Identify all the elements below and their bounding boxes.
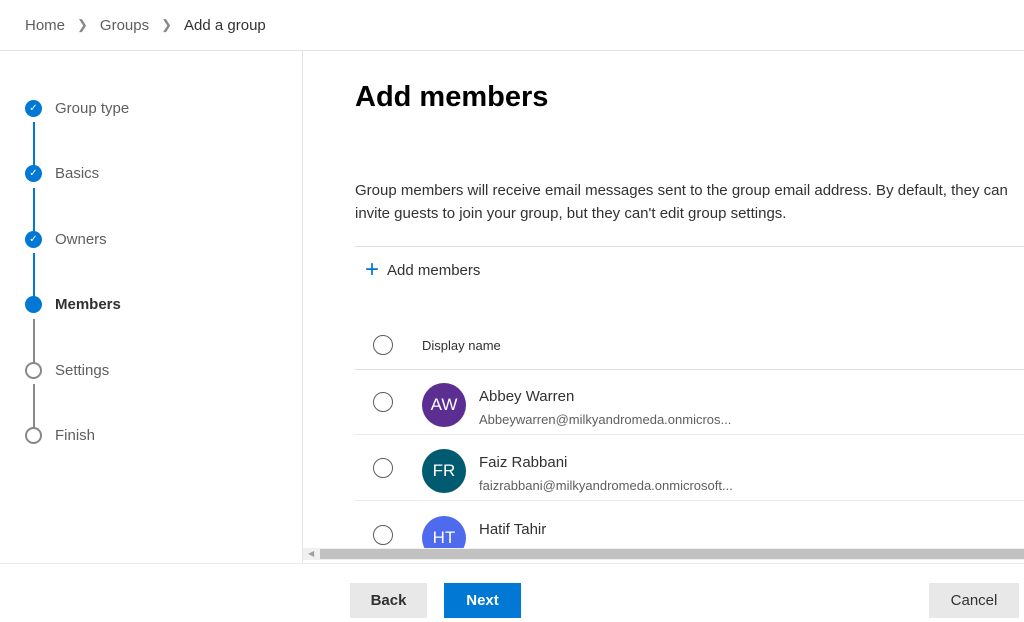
empty-circle-icon	[25, 362, 42, 379]
step-label: Basics	[55, 165, 100, 182]
step-label: Settings	[55, 362, 110, 379]
plus-icon: +	[365, 256, 380, 283]
check-circle-icon: ✓	[25, 100, 42, 117]
member-email: faizrabbani@milkyandromeda.onmicrosoft..…	[479, 478, 733, 493]
breadcrumb: Home ❯ Groups ❯ Add a group	[0, 0, 1024, 51]
cancel-button[interactable]: Cancel	[929, 583, 1019, 618]
step-basics: ✓ Basics	[25, 165, 99, 182]
step-group-type: ✓ Group type	[25, 100, 129, 117]
back-button[interactable]: Back	[350, 583, 427, 618]
breadcrumb-groups[interactable]: Groups	[100, 17, 149, 34]
table-row[interactable]: AW Abbey Warren Abbeywarren@milkyandrome…	[355, 369, 1024, 435]
member-name: Hatif Tahir	[479, 521, 547, 538]
step-label: Members	[55, 296, 121, 313]
check-circle-icon: ✓	[25, 165, 42, 182]
scrollbar-thumb[interactable]	[320, 549, 1024, 559]
breadcrumb-home[interactable]: Home	[25, 17, 65, 34]
column-header-display-name[interactable]: Display name	[422, 338, 501, 353]
wizard-steps: ✓ Group type ✓ Basics ✓ Owners Members Sett…	[0, 51, 303, 563]
step-label: Owners	[55, 231, 107, 248]
page-title: Add members	[355, 81, 549, 113]
chevron-right-icon: ❯	[161, 17, 173, 32]
empty-circle-icon	[25, 427, 42, 444]
row-select-checkbox[interactable]	[373, 458, 393, 478]
step-owners: ✓ Owners	[25, 231, 107, 248]
step-label: Finish	[55, 427, 96, 444]
row-select-checkbox[interactable]	[373, 392, 393, 412]
step-members: Members	[25, 296, 121, 313]
main-panel: Add members Group members will receive e…	[303, 51, 1024, 563]
member-name: Abbey Warren	[479, 388, 575, 405]
avatar: AW	[422, 383, 466, 427]
member-email: Abbeywarren@milkyandromeda.onmicros...	[479, 412, 732, 427]
current-step-icon	[25, 296, 42, 313]
row-select-checkbox[interactable]	[373, 525, 393, 545]
check-circle-icon: ✓	[25, 231, 42, 248]
breadcrumb-current: Add a group	[184, 16, 266, 34]
horizontal-scrollbar[interactable]: ◀	[303, 548, 1024, 560]
table-row[interactable]: FR Faiz Rabbani faizrabbani@milkyandrome…	[355, 435, 1024, 501]
member-name: Faiz Rabbani	[479, 454, 568, 471]
divider	[355, 246, 1024, 247]
chevron-right-icon: ❯	[77, 17, 88, 32]
next-button[interactable]: Next	[444, 583, 521, 618]
description: Group members will receive email message…	[355, 182, 1008, 222]
step-label: Group type	[55, 100, 130, 117]
add-members-button[interactable]: + Add members	[365, 256, 481, 283]
step-settings: Settings	[25, 362, 109, 379]
step-finish: Finish	[25, 427, 95, 444]
avatar: FR	[422, 449, 466, 493]
footer: Back Next Cancel	[0, 563, 1024, 622]
add-members-label: Add members	[387, 261, 481, 279]
select-all-checkbox[interactable]	[373, 335, 393, 355]
scroll-left-icon[interactable]: ◀	[308, 549, 314, 558]
